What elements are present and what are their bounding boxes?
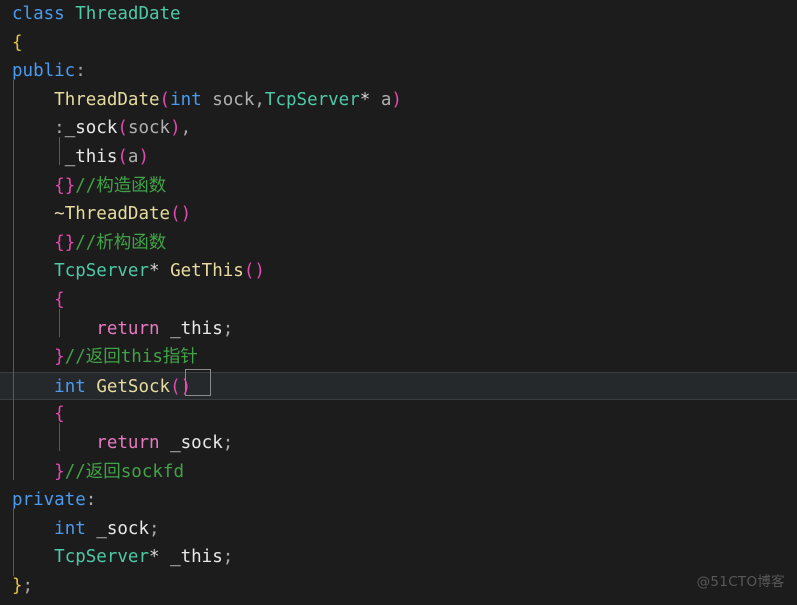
function-constructor: ThreadDate	[54, 89, 160, 110]
member-this-init: _this	[64, 146, 118, 167]
keyword-class: class	[12, 4, 65, 24]
code-line-18[interactable]: private:	[0, 486, 797, 515]
class-open-brace: {	[12, 32, 23, 53]
keyword-int-getsock: int	[54, 376, 86, 397]
code-editor[interactable]: class ThreadDate { public: ThreadDate(in…	[0, 0, 797, 605]
keyword-private: private	[12, 490, 86, 511]
param-a: a	[380, 89, 392, 110]
function-getthis: GetThis	[170, 261, 244, 282]
code-line-14-current[interactable]: int GetSock()	[0, 371, 797, 401]
getsock-open-brace: {	[54, 404, 65, 425]
code-line-3[interactable]: public:	[0, 57, 797, 86]
function-getsock: GetSock	[96, 376, 171, 397]
getsock-close-brace: }	[54, 461, 65, 482]
pointer-star-return: *	[148, 261, 160, 282]
code-line-13[interactable]: }//返回this指针	[0, 343, 797, 372]
close-paren-sock-init: )	[170, 118, 181, 139]
code-line-4[interactable]: ThreadDate(int sock,TcpServer* a)	[0, 86, 797, 115]
semicolon-return-sock: ;	[222, 432, 234, 453]
keyword-return-sock: return	[96, 432, 160, 453]
code-line-5[interactable]: :_sock(sock),	[0, 114, 797, 143]
semicolon-return-this: ;	[222, 318, 234, 339]
init-list-colon: :	[54, 118, 65, 139]
code-line-20[interactable]: TcpServer* _this;	[0, 543, 797, 572]
keyword-public: public	[12, 61, 76, 82]
ctor-body-braces: {}	[54, 175, 76, 196]
open-paren-this-init: (	[117, 146, 128, 167]
pointer-star-member: *	[148, 547, 160, 568]
code-line-7[interactable]: {}//构造函数	[0, 172, 797, 201]
watermark: @51CTO博客	[696, 574, 785, 591]
type-tcpserver-member: TcpServer	[54, 547, 149, 568]
code-line-2[interactable]: {	[0, 29, 797, 58]
keyword-int-member: int	[54, 518, 86, 539]
colon-public: :	[75, 61, 86, 82]
code-line-9[interactable]: {}//析构函数	[0, 229, 797, 258]
member-this-returned: _this	[170, 318, 223, 339]
semicolon-class-end: ;	[22, 575, 34, 596]
code-line-15[interactable]: {	[0, 400, 797, 429]
code-line-11[interactable]: {	[0, 286, 797, 315]
type-threaddate: ThreadDate	[75, 4, 181, 24]
comment-getsock: //返回sockfd	[64, 461, 184, 482]
semicolon-sock-decl: ;	[149, 518, 160, 539]
paren-getthis: ()	[243, 261, 265, 282]
keyword-int-param: int	[170, 89, 202, 110]
type-tcpserver-param: TcpServer	[264, 89, 360, 110]
open-paren-sock-init: (	[117, 118, 128, 139]
keyword-return-this: return	[96, 318, 160, 339]
comma-init-list: ,	[180, 118, 192, 139]
semicolon-this-decl: ;	[222, 547, 234, 568]
class-close-brace: }	[12, 575, 23, 596]
getthis-open-brace: {	[54, 289, 65, 310]
comment-constructor: //构造函数	[75, 175, 167, 196]
type-tcpserver-return: TcpServer	[54, 261, 149, 282]
paren-dtor: ()	[170, 204, 192, 225]
code-line-6[interactable]: _this(a)	[0, 143, 797, 172]
dtor-body-braces: {}	[54, 232, 76, 253]
member-sock-decl: _sock	[96, 518, 149, 539]
comment-destructor: //析构函数	[75, 232, 167, 253]
pointer-star-param: *	[359, 89, 371, 110]
member-sock-returned: _sock	[170, 432, 223, 453]
close-paren-ctor: )	[391, 89, 402, 110]
close-paren-this-init: )	[138, 146, 150, 167]
param-sock: sock	[212, 89, 255, 110]
arg-sock: sock	[127, 118, 171, 139]
getthis-close-brace: }	[54, 347, 65, 368]
code-line-8[interactable]: ~ThreadDate()	[0, 200, 797, 229]
arg-a: a	[127, 146, 139, 167]
member-this-decl: _this	[170, 547, 223, 568]
code-line-10[interactable]: TcpServer* GetThis()	[0, 257, 797, 286]
code-line-21[interactable]: };	[0, 572, 797, 601]
code-line-1[interactable]: class ThreadDate	[0, 0, 797, 29]
function-destructor: ~ThreadDate	[54, 204, 171, 225]
code-line-17[interactable]: }//返回sockfd	[0, 458, 797, 487]
open-paren-ctor: (	[159, 89, 171, 110]
code-line-19[interactable]: int _sock;	[0, 515, 797, 544]
code-line-16[interactable]: return _sock;	[0, 429, 797, 458]
paren-getsock: ()	[170, 376, 192, 397]
code-line-12[interactable]: return _this;	[0, 315, 797, 344]
member-sock-init: _sock	[64, 118, 118, 139]
colon-private: :	[85, 490, 97, 511]
comma-params: ,	[254, 89, 265, 110]
comment-getthis: //返回this指针	[64, 347, 198, 368]
code-surface[interactable]: class ThreadDate { public: ThreadDate(in…	[0, 0, 797, 605]
